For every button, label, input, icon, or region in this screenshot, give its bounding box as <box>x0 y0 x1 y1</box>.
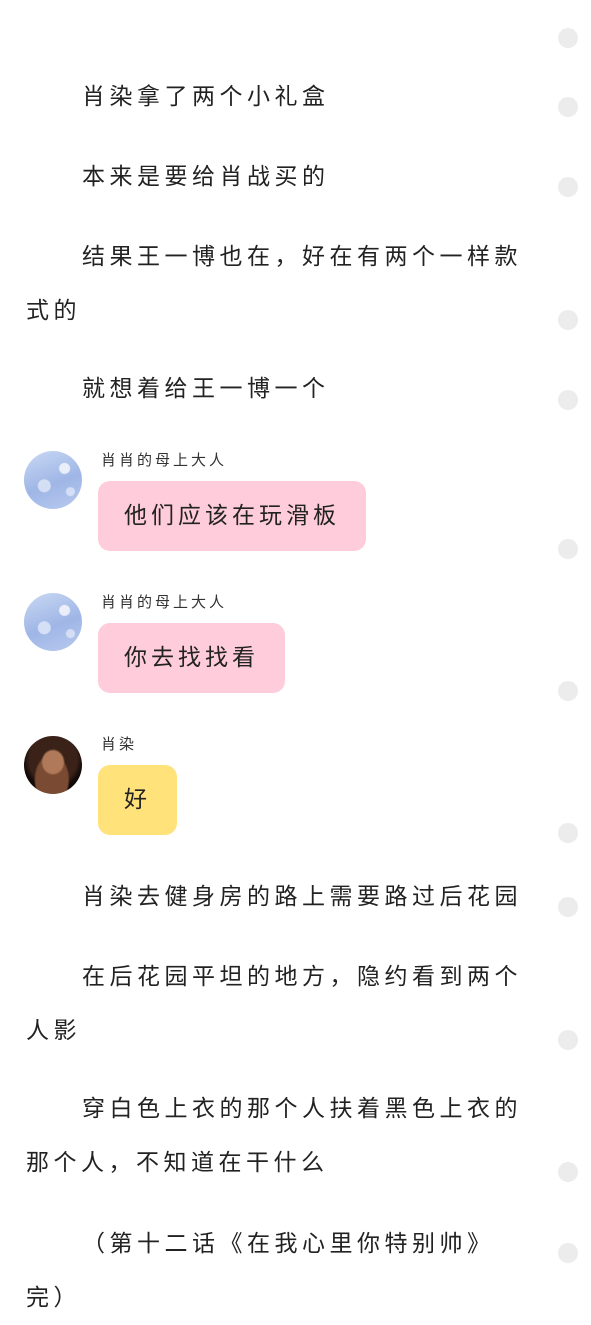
scroll-dot[interactable] <box>558 897 578 917</box>
message-bubble[interactable]: 你去找找看 <box>98 623 285 693</box>
avatar[interactable] <box>24 736 82 794</box>
scroll-dot[interactable] <box>558 1243 578 1263</box>
scroll-dot[interactable] <box>558 390 578 410</box>
story-paragraph: 肖染去健身房的路上需要路过后花园 <box>82 884 522 910</box>
scroll-dot[interactable] <box>558 28 578 48</box>
scroll-dot[interactable] <box>558 310 578 330</box>
chapter-end-note: （第十二话《在我心里你特别帅》完） <box>26 1231 495 1311</box>
scroll-dot[interactable] <box>558 97 578 117</box>
story-paragraph: 结果王一博也在，好在有两个一样款式的 <box>26 244 522 324</box>
avatar[interactable] <box>24 593 82 651</box>
story-paragraph: 就想着给王一博一个 <box>82 376 330 402</box>
scroll-dot[interactable] <box>558 539 578 559</box>
message-bubble[interactable]: 他们应该在玩滑板 <box>98 481 366 551</box>
sender-name: 肖肖的母上大人 <box>101 451 228 469</box>
avatar[interactable] <box>24 451 82 509</box>
scroll-dot[interactable] <box>558 823 578 843</box>
story-paragraph: 在后花园平坦的地方，隐约看到两个人影 <box>26 964 522 1044</box>
sender-name: 肖染 <box>101 735 138 753</box>
story-paragraph: 本来是要给肖战买的 <box>82 164 330 190</box>
scroll-dot[interactable] <box>558 681 578 701</box>
message-bubble[interactable]: 好 <box>98 765 177 835</box>
story-paragraph: 穿白色上衣的那个人扶着黑色上衣的那个人，不知道在干什么 <box>26 1096 522 1176</box>
scroll-dot[interactable] <box>558 177 578 197</box>
scroll-dot[interactable] <box>558 1030 578 1050</box>
scroll-dot[interactable] <box>558 1162 578 1182</box>
sender-name: 肖肖的母上大人 <box>101 593 228 611</box>
story-paragraph: 肖染拿了两个小礼盒 <box>82 84 330 110</box>
